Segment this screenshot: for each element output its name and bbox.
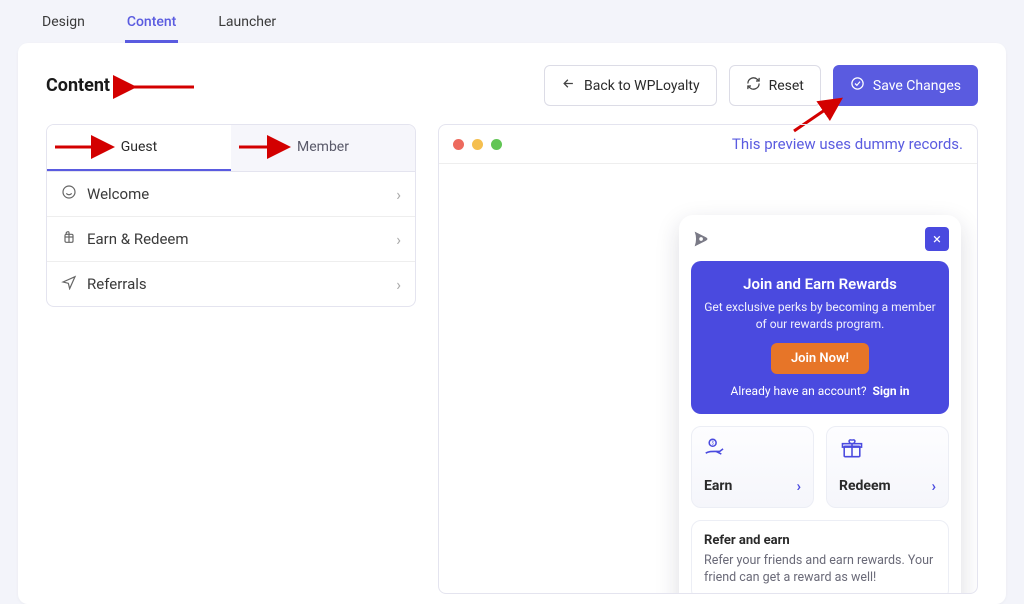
accordion-referrals[interactable]: Referrals › (47, 262, 415, 306)
back-button[interactable]: Back to WPLoyalty (544, 65, 717, 106)
action-bar: Back to WPLoyalty Reset Save Changes (544, 65, 978, 106)
chevron-right-icon: › (796, 477, 801, 495)
earn-label: Earn (704, 478, 732, 494)
header-row: Content Back to WPLoyalty Reset (18, 43, 1006, 124)
preview-note: This preview uses dummy records. (732, 135, 963, 153)
page-title: Content (46, 75, 110, 96)
back-button-label: Back to WPLoyalty (584, 78, 700, 94)
refer-title: Refer and earn (704, 533, 936, 548)
tab-launcher[interactable]: Launcher (216, 8, 278, 43)
top-tabs: Design Content Launcher (0, 0, 1024, 43)
chevron-right-icon: › (396, 230, 401, 249)
refer-body: Refer your friends and earn rewards. You… (704, 552, 936, 587)
window-dots (453, 139, 502, 150)
arrow-left-icon (561, 76, 576, 95)
tab-design[interactable]: Design (40, 8, 87, 43)
chevron-right-icon: › (396, 185, 401, 204)
sub-tab-member[interactable]: Member (231, 125, 415, 171)
window-dot-green (491, 139, 502, 150)
right-column: This preview uses dummy records. × Join … (438, 124, 978, 594)
signin-prompt: Already have an account? (730, 384, 866, 398)
accordion-welcome-label: Welcome (87, 185, 149, 203)
arrow-annotation (126, 77, 196, 101)
hero-subtitle: Get exclusive perks by becoming a member… (703, 299, 937, 333)
brand-logo-icon (691, 228, 713, 250)
chevron-right-icon: › (396, 275, 401, 294)
close-icon: × (933, 230, 941, 248)
smile-icon (61, 184, 77, 204)
rewards-widget: × Join and Earn Rewards Get exclusive pe… (679, 215, 961, 594)
window-dot-red (453, 139, 464, 150)
sub-tabs: Guest Member (46, 124, 416, 172)
join-button[interactable]: Join Now! (771, 343, 869, 374)
accordion-referrals-label: Referrals (87, 275, 147, 293)
refresh-icon (746, 76, 761, 95)
tab-content[interactable]: Content (125, 8, 179, 43)
sub-tab-guest[interactable]: Guest (47, 125, 231, 171)
redeem-tile[interactable]: Redeem › (826, 426, 949, 508)
chevron-right-icon: › (931, 477, 936, 495)
signin-row: Already have an account? Sign in (703, 384, 937, 398)
hero-title: Join and Earn Rewards (703, 275, 937, 293)
close-widget-button[interactable]: × (925, 227, 949, 251)
left-column: Guest Member Welcome › (46, 124, 416, 594)
widget-hero: Join and Earn Rewards Get exclusive perk… (691, 261, 949, 414)
gift-icon (839, 444, 865, 463)
refer-card[interactable]: Refer and earn Refer your friends and ea… (691, 520, 949, 594)
gift-icon (61, 229, 77, 249)
save-button-label: Save Changes (873, 78, 961, 94)
reset-button-label: Reset (769, 78, 804, 94)
preview-window: This preview uses dummy records. × Join … (438, 124, 978, 594)
preview-header: This preview uses dummy records. (439, 125, 977, 164)
earn-tile[interactable]: $ Earn › (691, 426, 814, 508)
send-icon (61, 274, 77, 294)
check-circle-icon (850, 76, 865, 95)
accordion-welcome[interactable]: Welcome › (47, 172, 415, 217)
content-panel: Content Back to WPLoyalty Reset (18, 43, 1006, 604)
hand-coin-icon: $ (704, 444, 730, 463)
window-dot-yellow (472, 139, 483, 150)
signin-link[interactable]: Sign in (872, 384, 909, 398)
accordion-earn-redeem[interactable]: Earn & Redeem › (47, 217, 415, 262)
accordion-earn-redeem-label: Earn & Redeem (87, 230, 189, 248)
save-button[interactable]: Save Changes (833, 65, 978, 106)
accordion-list: Welcome › Earn & Redeem › Referrals (46, 172, 416, 307)
redeem-label: Redeem (839, 478, 891, 494)
reset-button[interactable]: Reset (729, 65, 821, 106)
